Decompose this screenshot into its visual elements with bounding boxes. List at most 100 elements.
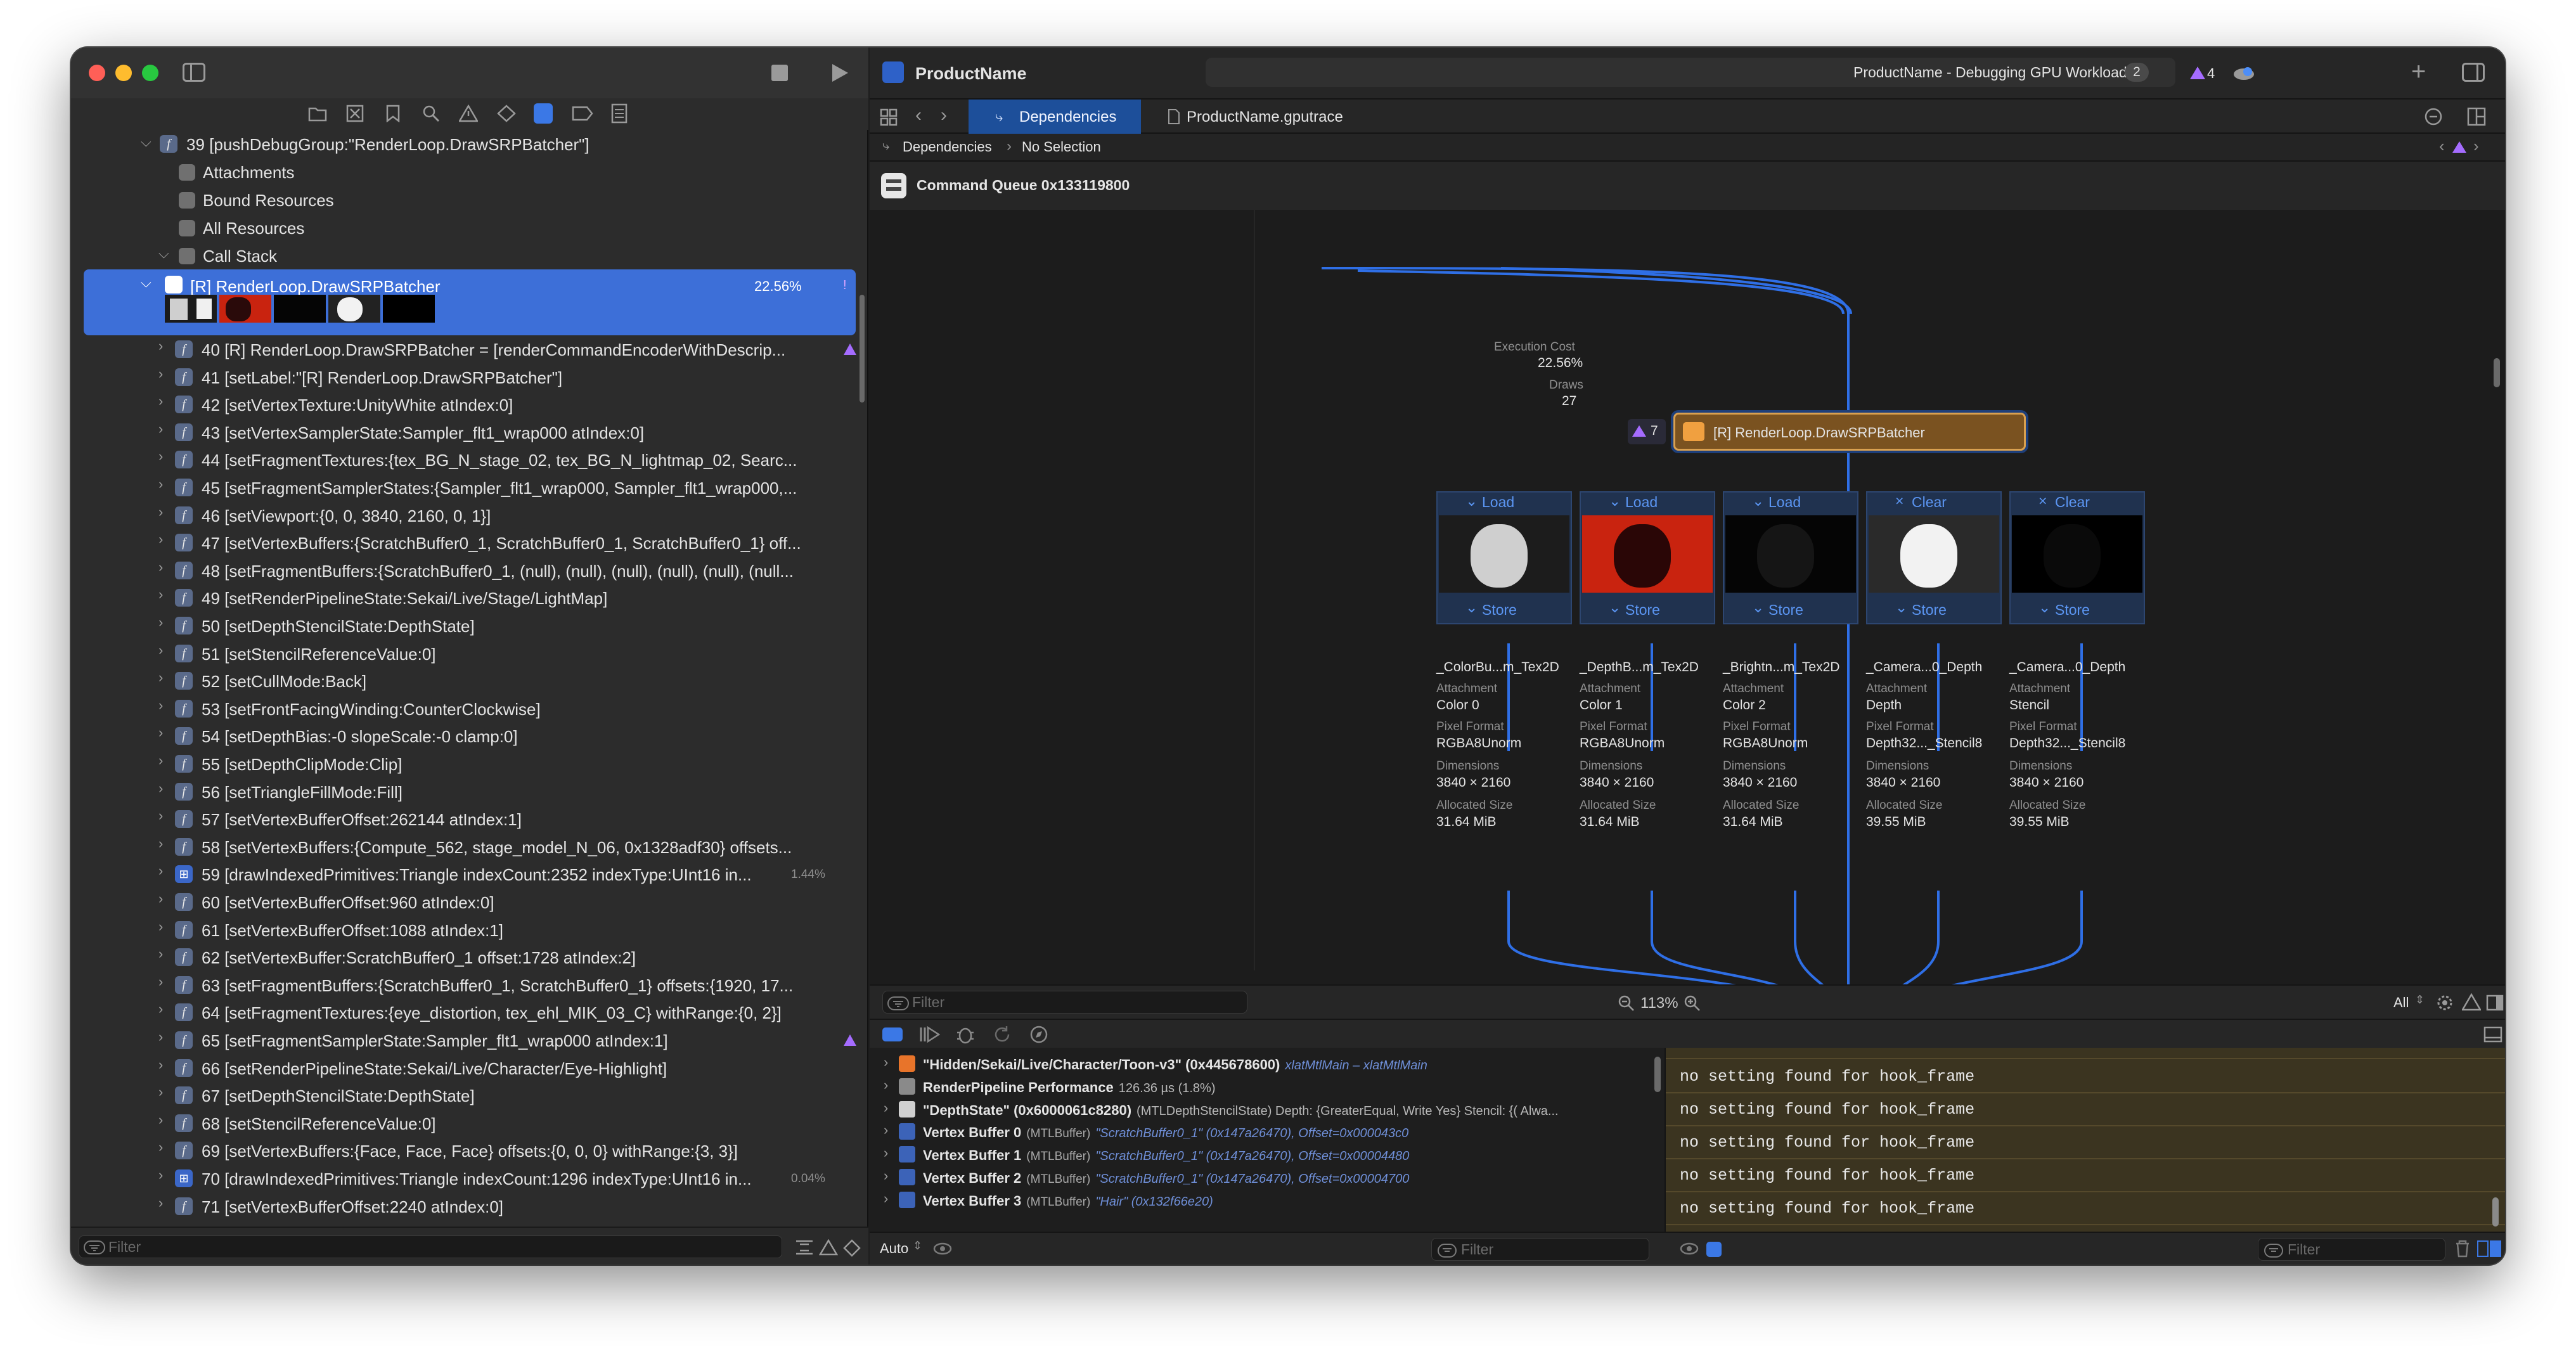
dependency-graph-canvas[interactable]: Command Queue 0x133119800 Execution Cost… xyxy=(870,162,2505,1021)
chevron-right-icon[interactable]: › xyxy=(158,752,163,769)
chevron-right-icon[interactable]: › xyxy=(158,559,163,576)
chevron-right-icon[interactable]: › xyxy=(158,504,163,520)
variable-row[interactable]: › "DepthState" (0x6000061c8280) (MTLDepthS… xyxy=(870,1100,1649,1123)
debug-navigator-icon[interactable] xyxy=(534,103,553,124)
folder-icon[interactable] xyxy=(308,105,327,122)
variable-row[interactable]: › "Hidden/Sekai/Live/Character/Toon-v3" (… xyxy=(870,1054,1649,1077)
chevron-right-icon[interactable]: › xyxy=(158,780,163,797)
breakpoint-icon[interactable] xyxy=(572,106,593,121)
chevron-right-icon[interactable]: › xyxy=(158,697,163,714)
filter-options-icon[interactable] xyxy=(795,1239,814,1256)
chevron-right-icon[interactable]: › xyxy=(158,1167,163,1183)
command-row[interactable]: › f 52 [setCullMode:Back] xyxy=(71,667,868,695)
chevron-right-icon[interactable]: › xyxy=(158,366,163,382)
attachment-node[interactable]: Load ⌄ Store ⌄ xyxy=(1580,491,1715,624)
selected-encoder-row[interactable]: ⌵ [R] RenderLoop.DrawSRPBatcher 22.56% ! xyxy=(84,269,856,335)
command-row[interactable]: › f 41 [setLabel:"[R] RenderLoop.DrawSRPBa… xyxy=(71,363,868,391)
canvas-filter-field[interactable]: Filter xyxy=(882,991,1247,1014)
attachments-row[interactable]: Attachments xyxy=(71,158,868,186)
chevron-right-icon[interactable]: › xyxy=(158,531,163,548)
chevron-right-icon[interactable]: › xyxy=(158,421,163,437)
report-icon[interactable] xyxy=(611,103,628,124)
forward-chevron-icon[interactable]: › xyxy=(941,105,947,126)
chevron-right-icon[interactable]: › xyxy=(158,642,163,659)
inspector-toggle-icon[interactable] xyxy=(2462,63,2485,82)
tab-dependencies[interactable]: ⤷ Dependencies xyxy=(969,100,1141,134)
chevron-right-icon[interactable]: › xyxy=(158,669,163,686)
command-row[interactable]: › f 60 [setVertexBufferOffset:960 atIndex:… xyxy=(71,888,868,916)
stop-button[interactable] xyxy=(771,65,788,81)
command-row[interactable]: › f 56 [setTriangleFillMode:Fill] xyxy=(71,778,868,806)
warning-icon[interactable] xyxy=(2189,65,2206,81)
command-row[interactable]: › f 50 [setDepthStencilState:DepthState] xyxy=(71,612,868,640)
command-row[interactable]: › f 51 [setStencilReferenceValue:0] xyxy=(71,640,868,667)
chevron-right-icon[interactable]: › xyxy=(884,1145,888,1161)
command-row[interactable]: › f 58 [setVertexBuffers:{Compute_562, sta… xyxy=(71,833,868,861)
command-row[interactable]: › f 63 [setFragmentBuffers:{ScratchBuffer0… xyxy=(71,971,868,999)
bound-resources-row[interactable]: Bound Resources xyxy=(71,186,868,214)
source-control-icon[interactable] xyxy=(346,105,364,122)
gear-icon[interactable] xyxy=(2435,993,2454,1012)
chevron-right-icon[interactable]: › xyxy=(158,614,163,631)
search-icon[interactable] xyxy=(422,105,440,122)
console-filter-field[interactable]: Filter xyxy=(2258,1238,2445,1261)
back-chevron-icon[interactable]: ‹ xyxy=(915,105,922,126)
eye-icon[interactable] xyxy=(1680,1240,1699,1257)
compass-icon[interactable] xyxy=(843,1239,861,1257)
command-row[interactable]: › f 65 [setFragmentSamplerState:Sampler_fl… xyxy=(71,1026,868,1054)
breadcrumb-no-selection[interactable]: No Selection xyxy=(1022,139,1101,155)
command-row[interactable]: › f 64 [setFragmentTextures:{eye_distortio… xyxy=(71,998,868,1026)
command-row[interactable]: › f 47 [setVertexBuffers:{ScratchBuffer0_1… xyxy=(71,529,868,557)
variables-filter-field[interactable]: Filter xyxy=(1431,1238,1649,1261)
eye-icon[interactable] xyxy=(933,1240,952,1257)
command-row[interactable]: › f 55 [setDepthClipMode:Clip] xyxy=(71,750,868,778)
reload-icon[interactable] xyxy=(993,1025,1012,1044)
command-row[interactable]: › f 42 [setVertexTexture:UnityWhite atInde… xyxy=(71,390,868,418)
minus-circle-icon[interactable] xyxy=(2424,107,2443,126)
chevron-right-icon[interactable]: › xyxy=(158,891,163,907)
bookmark-icon[interactable] xyxy=(385,105,401,122)
navigator-scrollbar[interactable] xyxy=(860,295,865,403)
variable-row[interactable]: › Vertex Buffer 3 (MTLBuffer) "Hair" (0x132… xyxy=(870,1190,1649,1213)
command-row[interactable]: › f 46 [setViewport:{0, 0, 3840, 2160, 0, … xyxy=(71,501,868,529)
bug-icon[interactable] xyxy=(956,1025,975,1044)
command-row[interactable]: › f 61 [setVertexBufferOffset:1088 atIndex… xyxy=(71,916,868,944)
chevron-right-icon[interactable]: › xyxy=(158,1084,163,1100)
chevron-right-icon[interactable]: › xyxy=(158,393,163,409)
chevron-right-icon[interactable]: › xyxy=(158,1029,163,1045)
command-row[interactable]: › ⊞ 70 [drawIndexedPrimitives:Triangle ind… xyxy=(71,1164,868,1192)
chevron-right-icon[interactable]: › xyxy=(158,338,163,354)
chevron-down-icon[interactable]: ⌵ xyxy=(141,134,151,150)
chevron-right-icon[interactable]: › xyxy=(158,586,163,603)
variables-scrollbar[interactable] xyxy=(1654,1057,1661,1092)
zoom-out-icon[interactable] xyxy=(1618,995,1635,1012)
command-row[interactable]: › f 71 [setVertexBufferOffset:2240 atIndex… xyxy=(71,1192,868,1220)
chevron-right-icon[interactable]: › xyxy=(158,863,163,879)
next-issue-icon[interactable]: › xyxy=(2473,136,2479,156)
previous-issue-icon[interactable]: ‹ xyxy=(2439,136,2445,156)
run-button[interactable] xyxy=(830,63,849,83)
command-row[interactable]: › f 54 [setDepthBias:-0 slopeScale:-0 clam… xyxy=(71,722,868,750)
chevron-down-icon[interactable]: ⌵ xyxy=(158,245,169,262)
continue-icon[interactable] xyxy=(919,1025,941,1044)
command-row[interactable]: › f 44 [setFragmentTextures:{tex_BG_N_stag… xyxy=(71,446,868,473)
command-row[interactable]: › f 68 [setStencilReferenceValue:0] xyxy=(71,1109,868,1137)
chevron-right-icon[interactable]: › xyxy=(158,946,163,962)
chevron-right-icon[interactable]: › xyxy=(158,1139,163,1156)
command-queue-header[interactable]: Command Queue 0x133119800 xyxy=(870,162,2505,210)
show-variables-toggle-icon[interactable] xyxy=(2477,1240,2489,1257)
chevron-right-icon[interactable]: › xyxy=(884,1054,888,1071)
zoom-in-icon[interactable] xyxy=(1684,995,1701,1012)
warning-navigator-icon[interactable] xyxy=(459,105,478,122)
chevron-right-icon[interactable]: › xyxy=(884,1122,888,1138)
variable-row[interactable]: › Vertex Buffer 2 (MTLBuffer) "ScratchBuffe… xyxy=(870,1168,1649,1190)
related-items-icon[interactable] xyxy=(880,108,898,126)
cloud-icon[interactable] xyxy=(2232,65,2255,81)
add-icon[interactable]: + xyxy=(2411,58,2426,86)
all-resources-row[interactable]: All Resources xyxy=(71,214,868,242)
chevron-right-icon[interactable]: › xyxy=(158,448,163,465)
command-row[interactable]: › ⊞ 59 [drawIndexedPrimitives:Triangle ind… xyxy=(71,860,868,888)
sidebar-toggle-icon[interactable] xyxy=(183,63,205,82)
canvas-vertical-scrollbar[interactable] xyxy=(2494,358,2500,387)
command-row[interactable]: › f 45 [setFragmentSamplerStates:{Sampler_… xyxy=(71,473,868,501)
